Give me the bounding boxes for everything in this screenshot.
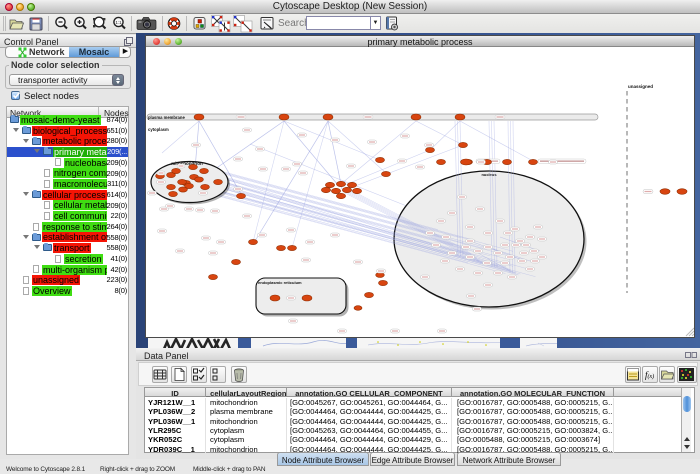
svg-text:endoplasmic reticulum: endoplasmic reticulum xyxy=(258,280,302,285)
svg-text:plasma membrane: plasma membrane xyxy=(148,115,185,120)
svg-text:f(x): f(x) xyxy=(645,370,654,380)
svg-text:unassigned: unassigned xyxy=(628,84,653,89)
svg-text:cytoplasm: cytoplasm xyxy=(148,127,169,132)
svg-text:1:1: 1:1 xyxy=(115,20,122,25)
svg-text:mitochondrion: mitochondrion xyxy=(171,161,203,166)
